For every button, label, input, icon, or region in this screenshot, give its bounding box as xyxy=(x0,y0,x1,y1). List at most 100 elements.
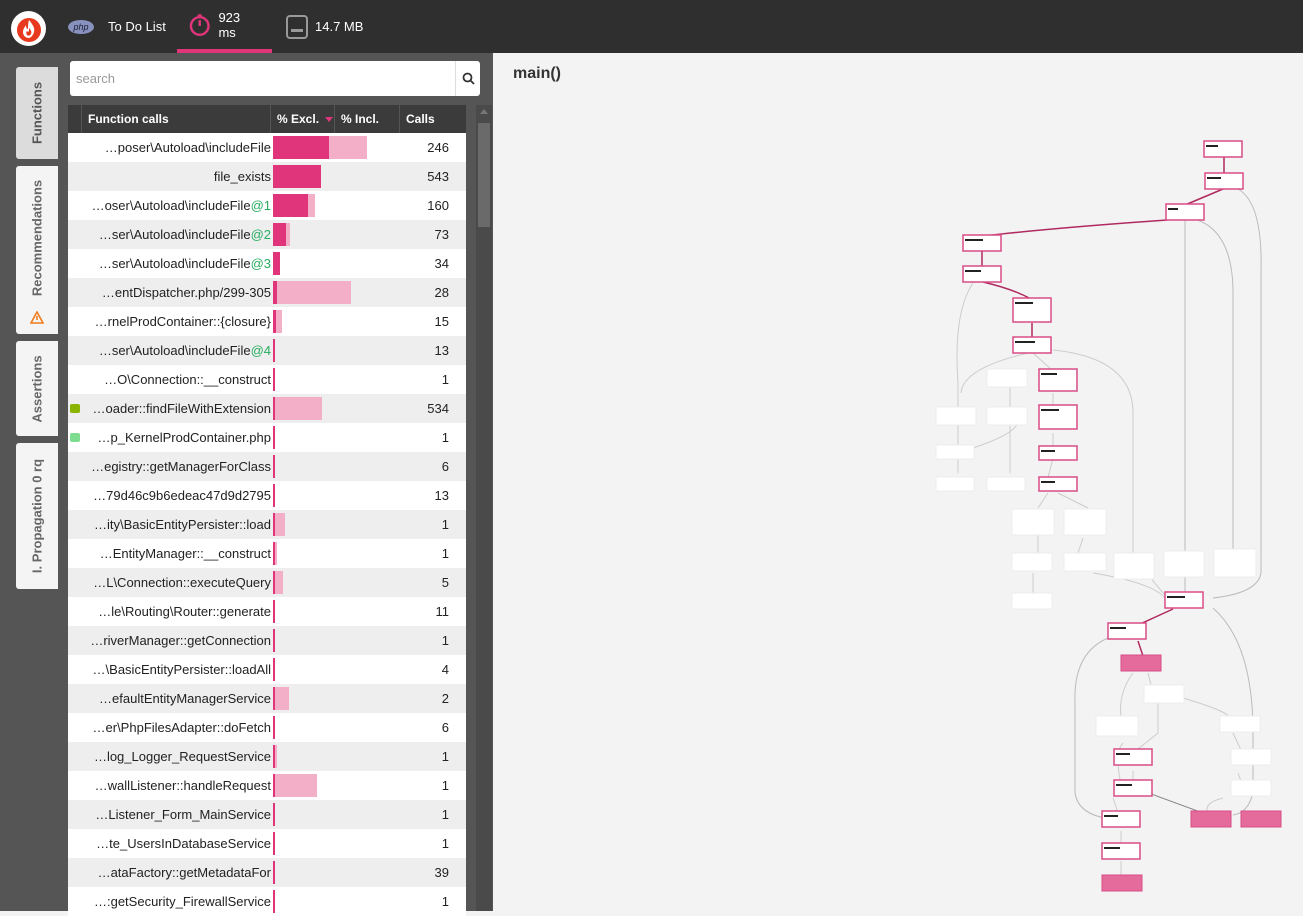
function-name: …p_KernelProdContainer.php xyxy=(68,423,271,452)
table-row[interactable]: …er\PhpFilesAdapter::doFetch 6 xyxy=(68,713,466,742)
table-row[interactable]: …wallListener::handleRequest 1 xyxy=(68,771,466,800)
cost-bars xyxy=(273,716,403,739)
function-name-text: …riverManager::getConnection xyxy=(90,633,271,648)
table-row[interactable]: …efaultEntityManagerService 2 xyxy=(68,684,466,713)
function-name-text: …egistry::getManagerForClass xyxy=(91,459,271,474)
function-name-text: …poser\Autoload\includeFile xyxy=(104,140,271,155)
tab-assertions-label: Assertions xyxy=(29,354,45,423)
excl-bar xyxy=(273,629,275,652)
project-selector[interactable]: php To Do List xyxy=(68,0,166,53)
function-name: …\BasicEntityPersister::loadAll xyxy=(68,655,271,684)
calls-count: 1 xyxy=(441,633,449,648)
cost-bars xyxy=(273,194,403,217)
table-row[interactable]: …79d46c9b6edeac47d9d2795 13 xyxy=(68,481,466,510)
table-row[interactable]: …rnelProdContainer::{closure} 15 xyxy=(68,307,466,336)
table-row[interactable]: …te_UsersInDatabaseService 1 xyxy=(68,829,466,858)
function-name: …le\Routing\Router::generate xyxy=(68,597,271,626)
header-incl[interactable]: % Incl. xyxy=(335,105,400,133)
tab-functions[interactable]: Functions xyxy=(16,67,58,159)
calls-count: 1 xyxy=(441,372,449,387)
table-row[interactable]: …riverManager::getConnection 1 xyxy=(68,626,466,655)
incl-bar xyxy=(273,397,322,420)
function-name: …rnelProdContainer::{closure} xyxy=(68,307,271,336)
calls-count: 1 xyxy=(441,807,449,822)
call-graph-panel: main() xyxy=(493,53,1303,911)
function-name-text: …ity\BasicEntityPersister::load xyxy=(93,517,271,532)
cost-bars xyxy=(273,658,403,681)
table-row[interactable]: …log_Logger_RequestService 1 xyxy=(68,742,466,771)
table-row[interactable]: …ser\Autoload\includeFile@2 73 xyxy=(68,220,466,249)
table-row[interactable]: …ser\Autoload\includeFile@3 34 xyxy=(68,249,466,278)
table-row[interactable]: …ataFactory::getMetadataFor 39 xyxy=(68,858,466,887)
function-name-text: file_exists xyxy=(213,169,271,184)
warning-icon xyxy=(30,311,44,324)
search-box xyxy=(70,61,480,96)
sort-desc-icon xyxy=(325,117,334,122)
calls-count: 543 xyxy=(427,169,449,184)
cost-bars xyxy=(273,136,403,159)
header-calls[interactable]: Calls xyxy=(400,105,466,133)
blackfire-logo[interactable] xyxy=(11,11,46,46)
project-name: To Do List xyxy=(108,19,166,34)
excl-bar xyxy=(273,281,277,304)
calls-count: 1 xyxy=(441,836,449,851)
table-row[interactable]: file_exists 543 xyxy=(68,162,466,191)
table-scrollbar[interactable] xyxy=(476,105,492,911)
table-row[interactable]: …L\Connection::executeQuery 5 xyxy=(68,568,466,597)
calls-count: 160 xyxy=(427,198,449,213)
header-excl[interactable]: % Excl. xyxy=(271,105,335,133)
table-row[interactable]: …O\Connection::__construct 1 xyxy=(68,365,466,394)
cost-bars xyxy=(273,368,403,391)
cost-bars xyxy=(273,310,403,333)
table-row[interactable]: …ity\BasicEntityPersister::load 1 xyxy=(68,510,466,539)
tab-recommendations-label: Recommendations xyxy=(29,179,45,297)
search-button[interactable] xyxy=(455,61,480,96)
table-row[interactable]: …\BasicEntityPersister::loadAll 4 xyxy=(68,655,466,684)
calls-count: 34 xyxy=(434,256,449,271)
function-suffix: @2 xyxy=(250,227,271,242)
call-graph[interactable] xyxy=(493,53,1303,911)
table-row[interactable]: …ser\Autoload\includeFile@4 13 xyxy=(68,336,466,365)
table-row[interactable]: …p_KernelProdContainer.php 1 xyxy=(68,423,466,452)
incl-bar xyxy=(273,281,351,304)
header-function-calls[interactable]: Function calls xyxy=(82,105,271,133)
table-row[interactable]: …egistry::getManagerForClass 6 xyxy=(68,452,466,481)
search-input[interactable] xyxy=(70,61,456,96)
function-name-text: …O\Connection::__construct xyxy=(104,372,271,387)
scrollbar-thumb[interactable] xyxy=(478,123,490,227)
memory-metric[interactable]: 14.7 MB xyxy=(286,0,363,53)
function-name: …ser\Autoload\includeFile@4 xyxy=(68,336,271,365)
table-row[interactable]: …entDispatcher.php/299-305 28 xyxy=(68,278,466,307)
table-row[interactable]: …:getSecurity_FirewallService 1 xyxy=(68,887,466,916)
table-row[interactable]: …poser\Autoload\includeFile 246 xyxy=(68,133,466,162)
table-row[interactable]: …le\Routing\Router::generate 11 xyxy=(68,597,466,626)
table-row[interactable]: …oader::findFileWithExtension 534 xyxy=(68,394,466,423)
function-name: …te_UsersInDatabaseService xyxy=(68,829,271,858)
calls-count: 6 xyxy=(441,720,449,735)
calls-count: 1 xyxy=(441,430,449,445)
time-value: 923 ms xyxy=(218,9,241,40)
table-row[interactable]: …EntityManager::__construct 1 xyxy=(68,539,466,568)
calls-count: 4 xyxy=(441,662,449,677)
excl-bar xyxy=(273,745,275,768)
table-header: Function calls % Excl. % Incl. Calls xyxy=(68,105,466,133)
table-row[interactable]: …oser\Autoload\includeFile@1 160 xyxy=(68,191,466,220)
function-name: …oser\Autoload\includeFile@1 xyxy=(68,191,271,220)
calls-count: 13 xyxy=(434,343,449,358)
excl-bar xyxy=(273,861,275,884)
table-row[interactable]: …Listener_Form_MainService 1 xyxy=(68,800,466,829)
tab-recommendations[interactable]: Recommendations xyxy=(16,166,58,334)
time-metric[interactable]: 923 ms xyxy=(177,0,272,53)
function-name: …egistry::getManagerForClass xyxy=(68,452,271,481)
function-name: …riverManager::getConnection xyxy=(68,626,271,655)
tab-propagation[interactable]: I. Propagation 0 rq xyxy=(16,443,58,589)
calls-count: 73 xyxy=(434,227,449,242)
tab-assertions[interactable]: Assertions xyxy=(16,341,58,436)
excl-bar xyxy=(273,426,275,449)
cost-bars xyxy=(273,223,403,246)
scroll-up-icon[interactable] xyxy=(480,109,488,114)
excl-bar xyxy=(273,339,275,362)
calls-count: 11 xyxy=(435,604,450,619)
cost-bars xyxy=(273,571,403,594)
function-name-text: …entDispatcher.php/299-305 xyxy=(101,285,271,300)
